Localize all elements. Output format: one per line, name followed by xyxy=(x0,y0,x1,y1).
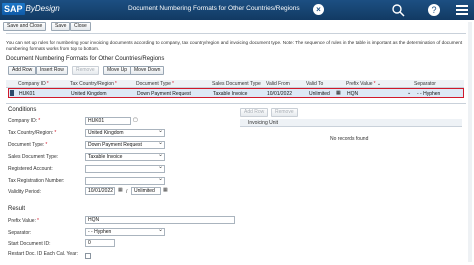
company-id-label: Company ID:* xyxy=(8,118,41,124)
remove-row-button[interactable]: Remove xyxy=(72,66,99,75)
document-type-label: Document Type:* xyxy=(8,142,48,148)
invoicing-unit-header: Invoicing Unit xyxy=(240,119,462,127)
section-divider xyxy=(6,103,466,104)
prefix-label: Prefix Value:* xyxy=(8,218,39,224)
valid-from-field[interactable]: 10/01/2022 xyxy=(85,187,115,195)
sales-document-type-dropdown[interactable]: Taxable Invoice xyxy=(85,153,165,161)
svg-text:?: ? xyxy=(431,5,436,15)
search-icon[interactable] xyxy=(391,3,405,17)
sap-bydesign-logo: SAP ByDesign xyxy=(2,2,60,15)
registered-account-label: Registered Account: xyxy=(8,166,53,172)
table-header: Company ID* Tax Country/Region* Document… xyxy=(6,80,464,88)
tax-registration-label: Tax Registration Number: xyxy=(8,178,65,184)
start-document-id-field[interactable]: 0 xyxy=(85,239,115,247)
close-button[interactable]: Close xyxy=(70,22,91,31)
value-help-icon[interactable]: ▢ xyxy=(133,117,138,123)
column-header[interactable]: Invoicing Unit xyxy=(248,120,278,126)
document-type-dropdown[interactable]: Down Payment Request xyxy=(85,141,165,149)
start-document-id-label: Start Document ID: xyxy=(8,241,51,247)
sales-document-type-label: Sales Document Type: xyxy=(8,154,59,160)
calendar-icon[interactable]: ▦ xyxy=(336,90,341,96)
save-button[interactable]: Save xyxy=(51,22,71,31)
result-title: Result xyxy=(8,206,26,212)
cell-valid-from: 10/01/2022 xyxy=(267,91,293,97)
invoicing-remove-button[interactable]: Remove xyxy=(271,108,298,117)
column-header[interactable]: Separator xyxy=(414,81,436,87)
column-header[interactable]: Document Type* xyxy=(136,81,174,87)
table-section-title: Document Numbering Formats for Other Cou… xyxy=(6,56,165,62)
shell-bar: SAP ByDesign Document Numbering Formats … xyxy=(0,0,474,20)
window-title: Document Numbering Formats for Other Cou… xyxy=(128,5,300,12)
range-separator: / xyxy=(126,189,128,195)
menu-icon[interactable] xyxy=(455,3,469,17)
calendar-icon[interactable]: ▦ xyxy=(118,187,123,193)
close-window-icon[interactable]: × xyxy=(313,4,324,15)
save-and-close-button[interactable]: Save and Close xyxy=(3,22,47,31)
cell-document-type: Down Payment Request xyxy=(137,91,191,97)
conditions-title: Conditions xyxy=(8,107,37,113)
cell-company-id: HUK01 xyxy=(19,91,36,97)
row-selector[interactable] xyxy=(10,90,14,96)
tax-country-label: Tax Country/Region:* xyxy=(8,130,57,136)
company-id-field[interactable]: HUK01 xyxy=(85,117,131,125)
toolbar-divider xyxy=(6,33,466,34)
restart-doc-id-checkbox[interactable] xyxy=(85,253,91,259)
cell-separator: - - Hyphen xyxy=(417,91,441,97)
chevron-down-icon[interactable]: ⌄ xyxy=(407,90,411,96)
validity-period-label: Validity Period: xyxy=(8,189,41,195)
move-down-button[interactable]: Move Down xyxy=(130,66,165,75)
restart-doc-id-label: Restart Doc. ID Each Cal. Year: xyxy=(8,251,79,257)
registered-account-dropdown[interactable] xyxy=(85,165,165,173)
insert-row-button[interactable]: Insert Row xyxy=(36,66,68,75)
help-icon[interactable]: ? xyxy=(427,3,441,17)
column-header[interactable]: Valid From xyxy=(266,81,290,87)
tax-registration-dropdown[interactable] xyxy=(85,177,165,185)
column-header[interactable]: Tax Country/Region* xyxy=(70,81,117,87)
column-header[interactable]: Sales Document Type xyxy=(212,81,261,87)
separator-dropdown[interactable]: - - Hyphen xyxy=(85,228,165,236)
vertical-scrollbar[interactable] xyxy=(468,22,472,262)
column-header[interactable]: Company ID* xyxy=(18,81,49,87)
invoicing-add-row-button[interactable]: Add Row xyxy=(240,108,269,117)
cell-tax-country: United Kingdom xyxy=(71,91,107,97)
cell-sales-document-type: Taxable Invoice xyxy=(213,91,248,97)
intro-text: You can set up rules for numbering your … xyxy=(6,40,463,51)
move-up-button[interactable]: Move Up xyxy=(103,66,132,75)
no-records-text: No records found xyxy=(330,136,369,142)
logo-product-text: ByDesign xyxy=(25,4,60,13)
cell-valid-to: Unlimited xyxy=(309,91,330,97)
table-row[interactable]: HUK01 United Kingdom Down Payment Reques… xyxy=(8,88,464,98)
logo-sap-text: SAP xyxy=(2,2,25,15)
add-row-button[interactable]: Add Row xyxy=(8,66,37,75)
tax-country-dropdown[interactable]: United Kingdom xyxy=(85,129,165,137)
cell-prefix: HQN xyxy=(347,91,359,97)
column-header[interactable]: Prefix Value* ⌄ xyxy=(346,81,381,87)
calendar-icon[interactable]: ▦ xyxy=(163,187,168,193)
column-header[interactable]: Valid To xyxy=(306,81,323,87)
valid-to-field[interactable]: Unlimited xyxy=(131,187,161,195)
separator-label: Separator: xyxy=(8,230,32,236)
prefix-value-field[interactable]: HQN xyxy=(85,216,235,224)
